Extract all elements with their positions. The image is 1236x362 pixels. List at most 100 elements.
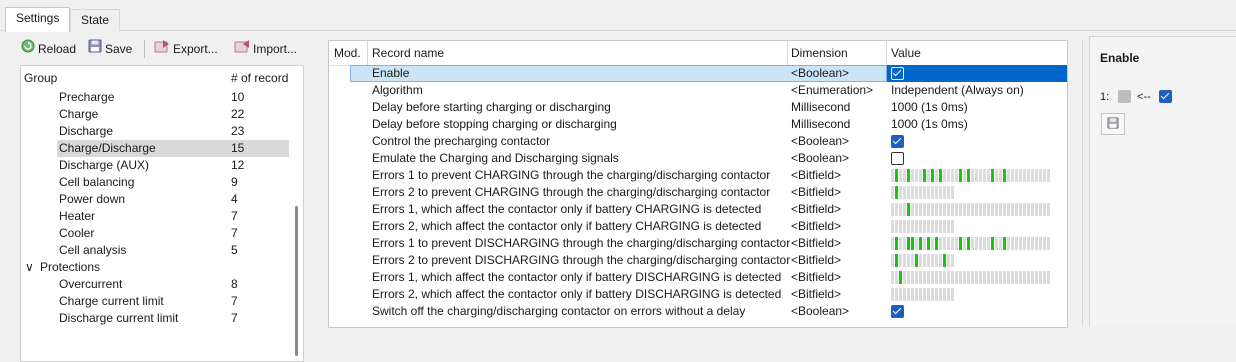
bit-cell bbox=[931, 237, 934, 250]
value-checkbox[interactable] bbox=[891, 152, 904, 165]
bit-cell bbox=[939, 254, 942, 267]
table-row[interactable]: Errors 2, which affect the contactor onl… bbox=[329, 286, 1067, 303]
bit-cell bbox=[1023, 271, 1026, 284]
column-header-value[interactable]: Value bbox=[891, 46, 921, 60]
bit-cell bbox=[931, 203, 934, 216]
tree-row[interactable]: Charge current limit 7 bbox=[21, 293, 289, 310]
value-checkbox[interactable] bbox=[891, 67, 904, 80]
tree-scrollbar[interactable] bbox=[295, 206, 298, 356]
table-row[interactable]: Delay before stopping charging or discha… bbox=[329, 116, 1067, 133]
bitfield-value[interactable] bbox=[891, 203, 1050, 216]
table-row[interactable]: Emulate the Charging and Discharging sig… bbox=[329, 150, 1067, 167]
column-header-record-name[interactable]: Record name bbox=[372, 46, 444, 60]
tree-row[interactable]: Cell analysis 5 bbox=[21, 242, 289, 259]
bitfield-value[interactable] bbox=[891, 220, 954, 233]
tree-row[interactable]: Discharge 23 bbox=[21, 123, 289, 140]
tab-state[interactable]: State bbox=[70, 9, 121, 31]
table-row[interactable]: Errors 2 to prevent CHARGING through the… bbox=[329, 184, 1067, 201]
table-row[interactable]: Errors 2, which affect the contactor onl… bbox=[329, 218, 1067, 235]
tree-row[interactable]: Cooler 7 bbox=[21, 225, 289, 242]
table-row[interactable]: Enable <Boolean> bbox=[329, 65, 1067, 82]
table-row[interactable]: Control the precharging contactor <Boolea… bbox=[329, 133, 1067, 150]
write-value-button[interactable] bbox=[1101, 113, 1125, 135]
table-row[interactable]: Errors 1, which affect the contactor onl… bbox=[329, 269, 1067, 286]
bit-cell bbox=[979, 271, 982, 284]
record-value[interactable]: 1000 (1s 0ms) bbox=[891, 99, 968, 116]
tree-row[interactable]: Power down 4 bbox=[21, 191, 289, 208]
tree-row[interactable]: Discharge (AUX) 12 bbox=[21, 157, 289, 174]
table-row[interactable]: Switch off the charging/discharging cont… bbox=[329, 303, 1067, 320]
tab-settings[interactable]: Settings bbox=[5, 7, 71, 32]
bitfield-value[interactable] bbox=[891, 237, 1050, 250]
bit-cell bbox=[915, 237, 918, 250]
bit-cell bbox=[907, 220, 910, 233]
import-button[interactable]: Import... bbox=[234, 39, 297, 59]
tree-row[interactable]: ∨ Protections bbox=[21, 259, 289, 276]
reload-button[interactable]: Reload bbox=[21, 39, 76, 59]
edit-value-checkbox[interactable] bbox=[1159, 90, 1172, 103]
bit-cell bbox=[959, 203, 962, 216]
column-header-record-count[interactable]: # of record bbox=[231, 71, 288, 85]
bit-cell bbox=[915, 271, 918, 284]
tree-row[interactable]: Discharge current limit 7 bbox=[21, 310, 289, 327]
bit-cell bbox=[899, 203, 902, 216]
column-header-dimension[interactable]: Dimension bbox=[791, 46, 848, 60]
save-label: Save bbox=[105, 42, 133, 56]
tree-row[interactable]: Overcurrent 8 bbox=[21, 276, 289, 293]
chevron-down-icon[interactable]: ∨ bbox=[25, 259, 34, 276]
record-value[interactable]: 1000 (1s 0ms) bbox=[891, 116, 968, 133]
value-checkbox[interactable] bbox=[891, 305, 904, 318]
bit-cell bbox=[939, 237, 942, 250]
floppy-disk-icon bbox=[1107, 116, 1119, 132]
bitfield-value[interactable] bbox=[891, 271, 1050, 284]
bit-cell bbox=[899, 169, 902, 182]
bitfield-value[interactable] bbox=[891, 169, 1050, 182]
bit-cell bbox=[951, 288, 954, 301]
bit-cell bbox=[939, 203, 942, 216]
table-row[interactable]: Errors 1 to prevent DISCHARGING through … bbox=[329, 235, 1067, 252]
table-row[interactable]: Algorithm <Enumeration> Independent (Alway… bbox=[329, 82, 1067, 99]
bitfield-value[interactable] bbox=[891, 288, 954, 301]
bit-cell bbox=[1007, 169, 1010, 182]
bit-cell bbox=[923, 237, 926, 250]
bit-cell bbox=[947, 186, 950, 199]
bit-cell bbox=[951, 203, 954, 216]
bit-cell bbox=[983, 169, 986, 182]
tree-row[interactable]: Charge/Discharge 15 bbox=[57, 140, 289, 157]
bit-cell bbox=[1011, 203, 1014, 216]
table-row[interactable]: Errors 1 to prevent CHARGING through the… bbox=[329, 167, 1067, 184]
column-header-group[interactable]: Group bbox=[24, 71, 57, 85]
bit-cell bbox=[947, 169, 950, 182]
table-row[interactable]: Errors 2 to prevent DISCHARGING through … bbox=[329, 252, 1067, 269]
tree-row[interactable]: Heater 7 bbox=[21, 208, 289, 225]
value-checkbox[interactable] bbox=[891, 135, 904, 148]
record-value[interactable]: Independent (Always on) bbox=[891, 82, 1024, 99]
table-row[interactable]: Delay before starting charging or discha… bbox=[329, 99, 1067, 116]
save-button[interactable]: Save bbox=[88, 39, 132, 59]
bit-cell bbox=[923, 186, 926, 199]
bit-cell bbox=[1043, 169, 1046, 182]
bit-cell bbox=[939, 288, 942, 301]
export-button[interactable]: Export... bbox=[154, 39, 218, 59]
bit-cell bbox=[919, 220, 922, 233]
tree-row-name: Power down bbox=[59, 192, 126, 206]
group-tree[interactable]: Group # of record Precharge 10 Charge 22 Dis… bbox=[20, 65, 304, 362]
record-name: Emulate the Charging and Discharging sig… bbox=[372, 151, 619, 165]
bit-cell bbox=[951, 254, 954, 267]
bitfield-value[interactable] bbox=[891, 186, 954, 199]
tree-row[interactable]: Precharge 10 bbox=[21, 89, 289, 106]
table-row[interactable]: Errors 1, which affect the contactor onl… bbox=[329, 201, 1067, 218]
bit-cell bbox=[975, 169, 978, 182]
tree-row[interactable]: Charge 22 bbox=[21, 106, 289, 123]
tree-row[interactable]: Cell balancing 9 bbox=[21, 174, 289, 191]
column-header-mod[interactable]: Mod. bbox=[334, 46, 361, 60]
bit-cell bbox=[935, 271, 938, 284]
bit-cell bbox=[927, 169, 930, 182]
bit-cell bbox=[943, 271, 946, 284]
records-grid[interactable]: Mod. Record name Dimension Value Enable <… bbox=[328, 40, 1068, 328]
record-dimension: <Bitfield> bbox=[791, 219, 842, 233]
tree-row-name: Protections bbox=[40, 260, 101, 274]
bit-cell bbox=[939, 169, 942, 182]
bit-cell bbox=[899, 254, 902, 267]
bitfield-value[interactable] bbox=[891, 254, 954, 267]
